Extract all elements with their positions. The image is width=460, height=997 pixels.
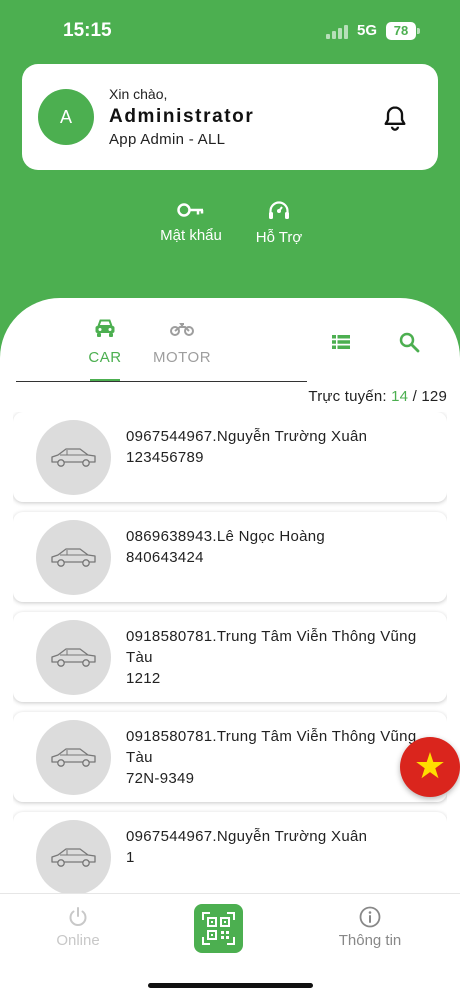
vehicle-card[interactable]: 0918580781.Trung Tâm Viễn Thông Vũng Tàu… — [13, 612, 447, 702]
power-icon — [69, 907, 87, 926]
vehicle-thumbnail — [36, 520, 111, 595]
avatar: A — [38, 89, 94, 145]
vehicle-plate: 840643424 — [126, 549, 204, 566]
vehicle-title: 0869638943.Lê Ngọc Hoàng — [126, 528, 326, 545]
car-outline-icon — [51, 848, 96, 867]
vehicle-title: 0918580781.Trung Tâm Viễn Thông Vũng Tàu — [126, 628, 417, 666]
tab-motor-label: MOTOR — [152, 349, 212, 366]
user-card[interactable]: A Xin chào, Administrator App Admin - AL… — [22, 64, 438, 170]
user-name: Administrator — [109, 106, 255, 127]
quick-action-support[interactable]: Hỗ Trợ — [252, 200, 306, 246]
search-icon[interactable] — [397, 330, 421, 354]
car-outline-icon — [51, 748, 96, 767]
motorbike-icon — [170, 323, 194, 336]
quick-action-label: Mật khẩu — [160, 227, 222, 244]
car-icon — [95, 319, 115, 337]
battery-tip — [417, 28, 420, 34]
signal-icon — [326, 25, 350, 39]
online-total: 129 — [421, 388, 447, 405]
home-indicator — [148, 983, 313, 988]
vehicle-plate: 1 — [126, 849, 135, 866]
tab-motor[interactable]: MOTOR — [152, 318, 212, 366]
nav-online-label: Online — [56, 932, 100, 949]
greeting-text: Xin chào, — [109, 86, 168, 102]
vietnam-flag-icon — [416, 752, 444, 779]
battery-level: 78 — [393, 23, 409, 38]
quick-action-label: Hỗ Trợ — [255, 229, 303, 246]
vehicle-title: 0967544967.Nguyễn Trường Xuân — [126, 428, 368, 445]
battery-icon: 78 — [386, 22, 416, 40]
user-role: App Admin - ALL — [109, 131, 226, 148]
vehicle-thumbnail — [36, 620, 111, 695]
key-icon — [177, 203, 204, 217]
qr-code-icon — [202, 912, 235, 945]
car-outline-icon — [51, 548, 96, 567]
tab-car[interactable]: CAR — [83, 318, 127, 366]
nav-info-label: Thông tin — [338, 932, 402, 949]
bell-icon[interactable] — [381, 104, 409, 132]
headset-icon — [269, 201, 289, 219]
vehicle-plate: 1212 — [126, 670, 161, 687]
car-outline-icon — [51, 648, 96, 667]
online-counter: Trực tuyến: 14 / 129 — [308, 388, 447, 405]
vehicle-thumbnail — [36, 820, 111, 894]
tab-car-label: CAR — [88, 349, 122, 366]
vehicle-title: 0967544967.Nguyễn Trường Xuân — [126, 828, 368, 845]
bottom-nav: Online Thông tin — [0, 893, 460, 997]
vehicle-card[interactable]: 0918580781.Trung Tâm Viễn Thông Vũng Tàu… — [13, 712, 447, 802]
online-separator: / — [412, 388, 417, 405]
vehicle-thumbnail — [36, 420, 111, 495]
network-type: 5G — [357, 22, 378, 39]
vehicle-card[interactable]: 0967544967.Nguyễn Trường Xuân 1 — [13, 812, 447, 894]
vehicle-list[interactable]: 0967544967.Nguyễn Trường Xuân 123456789 … — [13, 412, 447, 894]
list-icon[interactable] — [329, 330, 353, 354]
qr-scan-button[interactable] — [194, 904, 243, 953]
online-count: 14 — [391, 388, 409, 405]
vehicle-title: 0918580781.Trung Tâm Viễn Thông Vũng Tàu — [126, 728, 417, 766]
info-icon — [359, 906, 381, 928]
language-button[interactable] — [400, 737, 460, 797]
nav-online[interactable]: Online — [50, 906, 106, 949]
vehicle-plate: 123456789 — [126, 449, 204, 466]
vehicle-thumbnail — [36, 720, 111, 795]
nav-info[interactable]: Thông tin — [334, 906, 406, 949]
status-time: 15:15 — [63, 20, 112, 41]
online-label: Trực tuyến: — [308, 388, 387, 405]
vehicle-card[interactable]: 0869638943.Lê Ngọc Hoàng 840643424 — [13, 512, 447, 602]
car-outline-icon — [51, 448, 96, 467]
vehicle-plate: 72N-9349 — [126, 770, 195, 787]
quick-action-password[interactable]: Mật khẩu — [156, 200, 226, 244]
tabs-divider — [16, 381, 307, 382]
status-bar: 15:15 5G 78 — [0, 0, 460, 60]
vehicle-card[interactable]: 0967544967.Nguyễn Trường Xuân 123456789 — [13, 412, 447, 502]
